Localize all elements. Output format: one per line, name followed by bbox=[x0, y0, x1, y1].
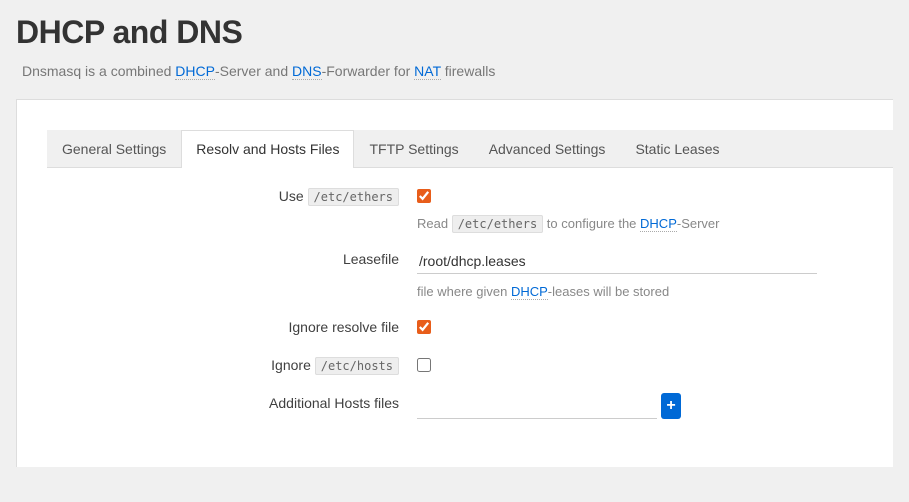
label-use-etc-ethers: Use /etc/ethers bbox=[47, 186, 417, 204]
hint-use-etc-ethers-code: /etc/ethers bbox=[452, 215, 543, 233]
intro-text-2: -Server and bbox=[215, 63, 292, 79]
page-intro: Dnsmasq is a combined DHCP-Server and DN… bbox=[16, 63, 893, 79]
hint-leasefile-prefix: file where given bbox=[417, 284, 511, 299]
hint-use-etc-ethers-link[interactable]: DHCP bbox=[640, 216, 677, 232]
hint-use-etc-ethers-prefix: Read bbox=[417, 216, 452, 231]
tab-static-leases[interactable]: Static Leases bbox=[620, 130, 734, 167]
tab-tftp-settings[interactable]: TFTP Settings bbox=[354, 130, 473, 167]
hint-leasefile-suffix: -leases will be stored bbox=[548, 284, 669, 299]
intro-text-3: -Forwarder for bbox=[322, 63, 415, 79]
label-ignore-hosts: Ignore /etc/hosts bbox=[47, 355, 417, 373]
intro-text-4: firewalls bbox=[441, 63, 495, 79]
hint-use-etc-ethers-suffix: -Server bbox=[677, 216, 720, 231]
checkbox-ignore-hosts[interactable] bbox=[417, 358, 431, 372]
intro-text-1: Dnsmasq is a combined bbox=[22, 63, 175, 79]
label-ignore-hosts-code: /etc/hosts bbox=[315, 357, 399, 375]
label-use-etc-ethers-text: Use bbox=[279, 188, 308, 204]
intro-link-dhcp[interactable]: DHCP bbox=[175, 63, 215, 80]
input-leasefile[interactable] bbox=[417, 249, 817, 274]
intro-link-nat[interactable]: NAT bbox=[414, 63, 441, 80]
hint-leasefile: file where given DHCP-leases will be sto… bbox=[417, 284, 863, 299]
label-ignore-hosts-text: Ignore bbox=[271, 357, 315, 373]
settings-panel: General Settings Resolv and Hosts Files … bbox=[16, 99, 893, 467]
input-additional-hosts[interactable] bbox=[417, 394, 657, 419]
checkbox-use-etc-ethers[interactable] bbox=[417, 189, 431, 203]
add-hosts-button[interactable]: + bbox=[661, 393, 681, 419]
checkbox-ignore-resolve[interactable] bbox=[417, 320, 431, 334]
label-use-etc-ethers-code: /etc/ethers bbox=[308, 188, 399, 206]
hint-use-etc-ethers-mid: to configure the bbox=[543, 216, 640, 231]
tab-general-settings[interactable]: General Settings bbox=[47, 130, 181, 167]
page-title: DHCP and DNS bbox=[16, 14, 893, 51]
hint-use-etc-ethers: Read /etc/ethers to configure the DHCP-S… bbox=[417, 216, 863, 231]
tab-resolv-hosts-files[interactable]: Resolv and Hosts Files bbox=[181, 130, 354, 168]
label-additional-hosts: Additional Hosts files bbox=[47, 393, 417, 411]
label-leasefile: Leasefile bbox=[47, 249, 417, 267]
tab-advanced-settings[interactable]: Advanced Settings bbox=[474, 130, 621, 167]
hint-leasefile-link[interactable]: DHCP bbox=[511, 284, 548, 300]
label-ignore-resolve: Ignore resolve file bbox=[47, 317, 417, 335]
intro-link-dns[interactable]: DNS bbox=[292, 63, 322, 80]
tab-bar: General Settings Resolv and Hosts Files … bbox=[47, 130, 893, 168]
